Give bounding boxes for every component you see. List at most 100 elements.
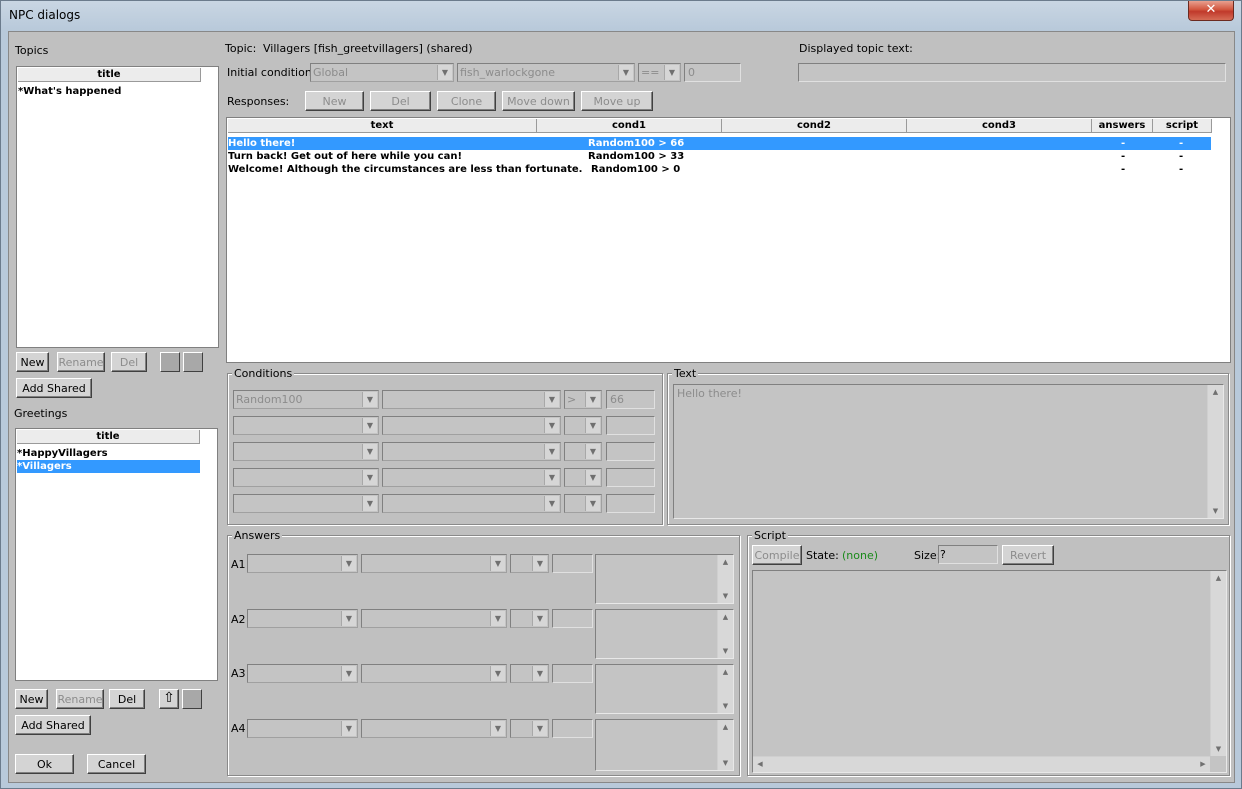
chevron-down-icon[interactable]: ▼: [490, 611, 505, 626]
condition-4-value-input[interactable]: [606, 468, 655, 487]
column-header-script[interactable]: script: [1153, 119, 1212, 133]
chevron-down-icon[interactable]: ▼: [585, 470, 600, 485]
answer-2-var-combo[interactable]: ▼: [361, 609, 507, 628]
scroll-up-icon[interactable]: ▲: [1211, 571, 1226, 585]
answer-4-text-editor[interactable]: ▲ ▼: [595, 719, 734, 771]
answer-1-type-combo[interactable]: ▼: [247, 554, 358, 573]
chevron-down-icon[interactable]: ▼: [532, 611, 547, 626]
revert-button[interactable]: Revert: [1002, 545, 1054, 565]
chevron-down-icon[interactable]: ▼: [532, 556, 547, 571]
scroll-down-icon[interactable]: ▼: [718, 756, 733, 770]
condition-1-type-combo[interactable]: Random100 ▼: [233, 390, 379, 409]
answer-3-value-input[interactable]: [552, 664, 593, 683]
condition-3-var-combo[interactable]: ▼: [382, 442, 561, 461]
topics-del-button[interactable]: Del: [111, 352, 147, 372]
responses-move-up-button[interactable]: Move up: [581, 91, 653, 111]
condition-1-op-combo[interactable]: > ▼: [564, 390, 602, 409]
list-item[interactable]: *What's happened: [18, 85, 201, 98]
scroll-up-icon[interactable]: ▲: [1208, 385, 1223, 399]
answer-2-scrollbar[interactable]: ▲ ▼: [717, 610, 733, 658]
answer-1-op-combo[interactable]: ▼: [510, 554, 549, 573]
displayed-topic-text-input[interactable]: [798, 63, 1226, 82]
chevron-down-icon[interactable]: ▼: [585, 392, 600, 407]
condition-2-type-combo[interactable]: ▼: [233, 416, 379, 435]
scroll-up-icon[interactable]: ▲: [718, 720, 733, 734]
initial-condition-value-input[interactable]: 0: [684, 63, 741, 82]
greetings-add-shared-button[interactable]: Add Shared: [15, 715, 91, 735]
cancel-button[interactable]: Cancel: [87, 754, 146, 774]
topics-new-button[interactable]: New: [16, 352, 49, 372]
topics-add-shared-button[interactable]: Add Shared: [16, 378, 92, 398]
chevron-down-icon[interactable]: ▼: [341, 666, 356, 681]
text-scrollbar[interactable]: ▲ ▼: [1207, 385, 1223, 518]
title-bar[interactable]: NPC dialogs ✕: [1, 1, 1241, 31]
chevron-down-icon[interactable]: ▼: [490, 721, 505, 736]
compile-button[interactable]: Compile: [752, 545, 802, 565]
answer-4-var-combo[interactable]: ▼: [361, 719, 507, 738]
chevron-down-icon[interactable]: ▼: [544, 392, 559, 407]
response-text-editor[interactable]: Hello there! ▲ ▼: [673, 384, 1224, 519]
responses-new-button[interactable]: New: [305, 91, 364, 111]
chevron-down-icon[interactable]: ▼: [341, 611, 356, 626]
answer-3-type-combo[interactable]: ▼: [247, 664, 358, 683]
condition-5-type-combo[interactable]: ▼: [233, 494, 379, 513]
chevron-down-icon[interactable]: ▼: [490, 666, 505, 681]
condition-5-op-combo[interactable]: ▼: [564, 494, 602, 513]
table-row[interactable]: Welcome! Although the circumstances are …: [228, 163, 1211, 176]
scroll-right-icon[interactable]: ▶: [1196, 757, 1210, 772]
condition-3-value-input[interactable]: [606, 442, 655, 461]
chevron-down-icon[interactable]: ▼: [341, 721, 356, 736]
close-icon[interactable]: ✕: [1188, 1, 1234, 21]
answer-4-scrollbar[interactable]: ▲ ▼: [717, 720, 733, 770]
scroll-up-icon[interactable]: ▲: [718, 665, 733, 679]
script-editor[interactable]: ▲ ▼ ◀ ▶: [752, 570, 1227, 773]
chevron-down-icon[interactable]: ▼: [341, 556, 356, 571]
answer-1-var-combo[interactable]: ▼: [361, 554, 507, 573]
table-row-selected[interactable]: Hello there! Random100 > 66 - -: [228, 137, 1211, 150]
greetings-del-button[interactable]: Del: [109, 689, 145, 709]
answer-4-type-combo[interactable]: ▼: [247, 719, 358, 738]
chevron-down-icon[interactable]: ▼: [585, 444, 600, 459]
scroll-up-icon[interactable]: ▲: [718, 555, 733, 569]
column-header-cond3[interactable]: cond3: [907, 119, 1092, 133]
greetings-move-down-icon[interactable]: [182, 689, 202, 709]
chevron-down-icon[interactable]: ▼: [362, 496, 377, 511]
column-header-cond2[interactable]: cond2: [722, 119, 907, 133]
greetings-header-title[interactable]: title: [17, 430, 200, 444]
scroll-down-icon[interactable]: ▼: [718, 589, 733, 603]
chevron-down-icon[interactable]: ▼: [362, 418, 377, 433]
answer-1-scrollbar[interactable]: ▲ ▼: [717, 555, 733, 603]
initial-condition-var-combo[interactable]: fish_warlockgone ▼: [457, 63, 635, 82]
answer-3-var-combo[interactable]: ▼: [361, 664, 507, 683]
list-item-selected[interactable]: *Villagers: [17, 460, 200, 473]
greetings-list[interactable]: title *HappyVillagers *Villagers: [15, 428, 218, 681]
scroll-down-icon[interactable]: ▼: [1208, 504, 1223, 518]
scroll-up-icon[interactable]: ▲: [718, 610, 733, 624]
chevron-down-icon[interactable]: ▼: [544, 470, 559, 485]
ok-button[interactable]: Ok: [15, 754, 74, 774]
chevron-down-icon[interactable]: ▼: [585, 496, 600, 511]
column-header-cond1[interactable]: cond1: [537, 119, 722, 133]
answer-1-text-editor[interactable]: ▲ ▼: [595, 554, 734, 604]
chevron-down-icon[interactable]: ▼: [544, 444, 559, 459]
condition-5-value-input[interactable]: [606, 494, 655, 513]
chevron-down-icon[interactable]: ▼: [618, 65, 633, 80]
condition-2-value-input[interactable]: [606, 416, 655, 435]
answer-2-type-combo[interactable]: ▼: [247, 609, 358, 628]
condition-3-type-combo[interactable]: ▼: [233, 442, 379, 461]
topics-header-title[interactable]: title: [18, 68, 201, 82]
chevron-down-icon[interactable]: ▼: [362, 444, 377, 459]
answer-2-op-combo[interactable]: ▼: [510, 609, 549, 628]
topics-move-up-icon[interactable]: [160, 352, 180, 372]
chevron-down-icon[interactable]: ▼: [362, 392, 377, 407]
scroll-left-icon[interactable]: ◀: [753, 757, 767, 772]
scroll-down-icon[interactable]: ▼: [718, 644, 733, 658]
chevron-down-icon[interactable]: ▼: [490, 556, 505, 571]
topics-move-down-icon[interactable]: [183, 352, 203, 372]
table-row[interactable]: Turn back! Get out of here while you can…: [228, 150, 1211, 163]
column-header-answers[interactable]: answers: [1092, 119, 1153, 133]
chevron-down-icon[interactable]: ▼: [532, 666, 547, 681]
responses-del-button[interactable]: Del: [370, 91, 431, 111]
initial-condition-type-combo[interactable]: Global ▼: [310, 63, 454, 82]
answer-4-op-combo[interactable]: ▼: [510, 719, 549, 738]
